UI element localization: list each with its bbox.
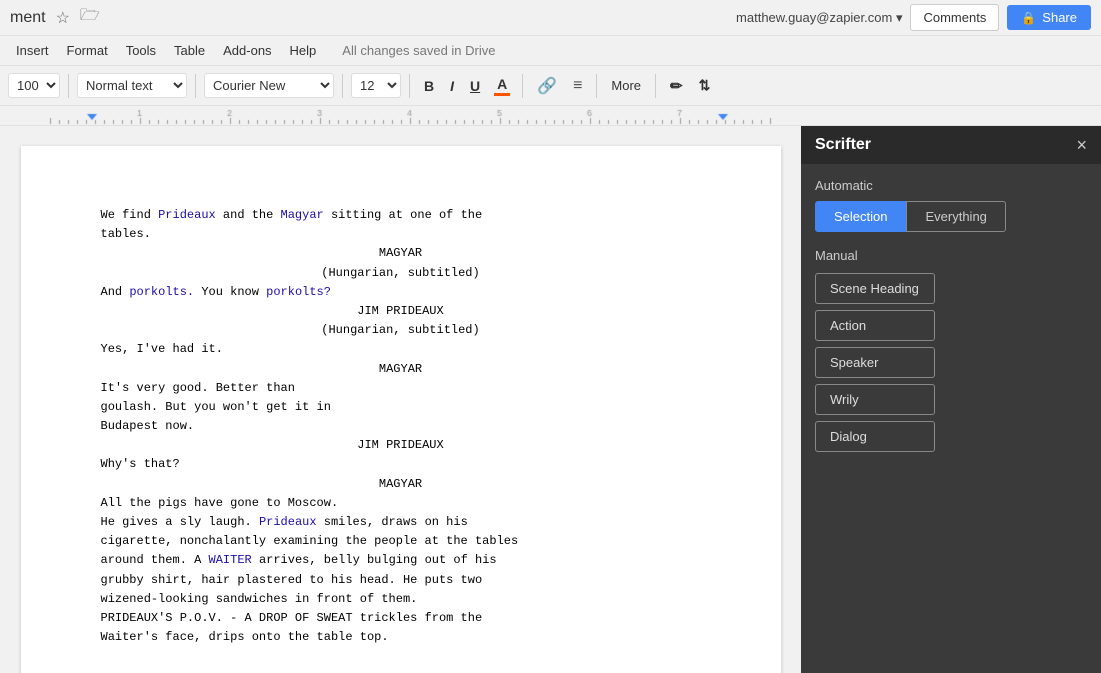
- manual-buttons: Scene Heading Action Speaker Wrily Dialo…: [815, 273, 1087, 452]
- comments-button[interactable]: Comments: [910, 4, 999, 31]
- scrifter-panel: Scrifter × Automatic Selection Everythin…: [801, 126, 1101, 673]
- style-select[interactable]: Normal text: [77, 73, 187, 98]
- pen-button[interactable]: ✏: [664, 74, 689, 98]
- ruler: [0, 106, 1101, 126]
- document-page: We find Prideaux and the Magyar sitting …: [21, 146, 781, 673]
- toolbar-separator-7: [655, 74, 656, 98]
- lock-icon: 🔒: [1021, 11, 1036, 25]
- share-button[interactable]: 🔒 Share: [1007, 5, 1091, 30]
- user-email: matthew.guay@zapier.com ▾: [736, 10, 902, 26]
- bold-button[interactable]: B: [418, 75, 440, 97]
- auto-buttons: Selection Everything: [815, 201, 1087, 232]
- top-bar: ment ☆ 🗁 matthew.guay@zapier.com ▾ Comme…: [0, 0, 1101, 36]
- menu-format[interactable]: Format: [59, 40, 116, 61]
- speaker-button[interactable]: Speaker: [815, 347, 935, 378]
- scrifter-close-button[interactable]: ×: [1076, 136, 1087, 154]
- toolbar-separator-5: [522, 74, 523, 98]
- toolbar-separator-3: [342, 74, 343, 98]
- action-button[interactable]: Action: [815, 310, 935, 341]
- toolbar-separator-6: [596, 74, 597, 98]
- everything-button[interactable]: Everything: [906, 201, 1005, 232]
- top-bar-left: ment ☆ 🗁: [10, 4, 100, 31]
- more-button[interactable]: More: [605, 75, 647, 96]
- scrifter-header: Scrifter ×: [801, 126, 1101, 164]
- main-area: We find Prideaux and the Magyar sitting …: [0, 126, 1101, 673]
- menu-bar: Insert Format Tools Table Add-ons Help A…: [0, 36, 1101, 66]
- menu-table[interactable]: Table: [166, 40, 213, 61]
- scrifter-title: Scrifter: [815, 136, 871, 154]
- menu-help[interactable]: Help: [282, 40, 325, 61]
- font-size-select[interactable]: 12: [351, 73, 401, 98]
- document-content[interactable]: We find Prideaux and the Magyar sitting …: [101, 206, 701, 647]
- selection-button[interactable]: Selection: [815, 201, 906, 232]
- underline-button[interactable]: U: [464, 75, 486, 97]
- arrows-button[interactable]: ⇅: [693, 74, 717, 97]
- link-button[interactable]: 🔗: [531, 73, 563, 99]
- font-select[interactable]: Courier New: [204, 73, 334, 98]
- toolbar-separator-2: [195, 74, 196, 98]
- top-bar-right: matthew.guay@zapier.com ▾ Comments 🔒 Sha…: [736, 4, 1091, 31]
- ruler-canvas: [0, 106, 800, 126]
- star-icon[interactable]: ☆: [56, 8, 70, 28]
- font-color-button[interactable]: A: [490, 74, 514, 98]
- color-bar: [494, 93, 510, 96]
- menu-addons[interactable]: Add-ons: [215, 40, 279, 61]
- scene-heading-button[interactable]: Scene Heading: [815, 273, 935, 304]
- toolbar-separator-4: [409, 74, 410, 98]
- autosave-message: All changes saved in Drive: [342, 43, 495, 58]
- doc-title[interactable]: ment: [10, 9, 46, 27]
- format-clear-button[interactable]: ≡: [567, 74, 588, 98]
- document-area[interactable]: We find Prideaux and the Magyar sitting …: [0, 126, 801, 673]
- dialog-button[interactable]: Dialog: [815, 421, 935, 452]
- automatic-label: Automatic: [815, 178, 1087, 193]
- menu-insert[interactable]: Insert: [8, 40, 57, 61]
- menu-tools[interactable]: Tools: [118, 40, 164, 61]
- toolbar: 100% Normal text Courier New 12 B I U A …: [0, 66, 1101, 106]
- manual-section: Manual Scene Heading Action Speaker Wril…: [815, 248, 1087, 452]
- wrily-button[interactable]: Wrily: [815, 384, 935, 415]
- italic-button[interactable]: I: [444, 75, 460, 97]
- manual-label: Manual: [815, 248, 1087, 263]
- toolbar-separator-1: [68, 74, 69, 98]
- scrifter-body: Automatic Selection Everything Manual Sc…: [801, 164, 1101, 466]
- folder-icon[interactable]: 🗁: [80, 4, 100, 31]
- zoom-select[interactable]: 100%: [8, 73, 60, 98]
